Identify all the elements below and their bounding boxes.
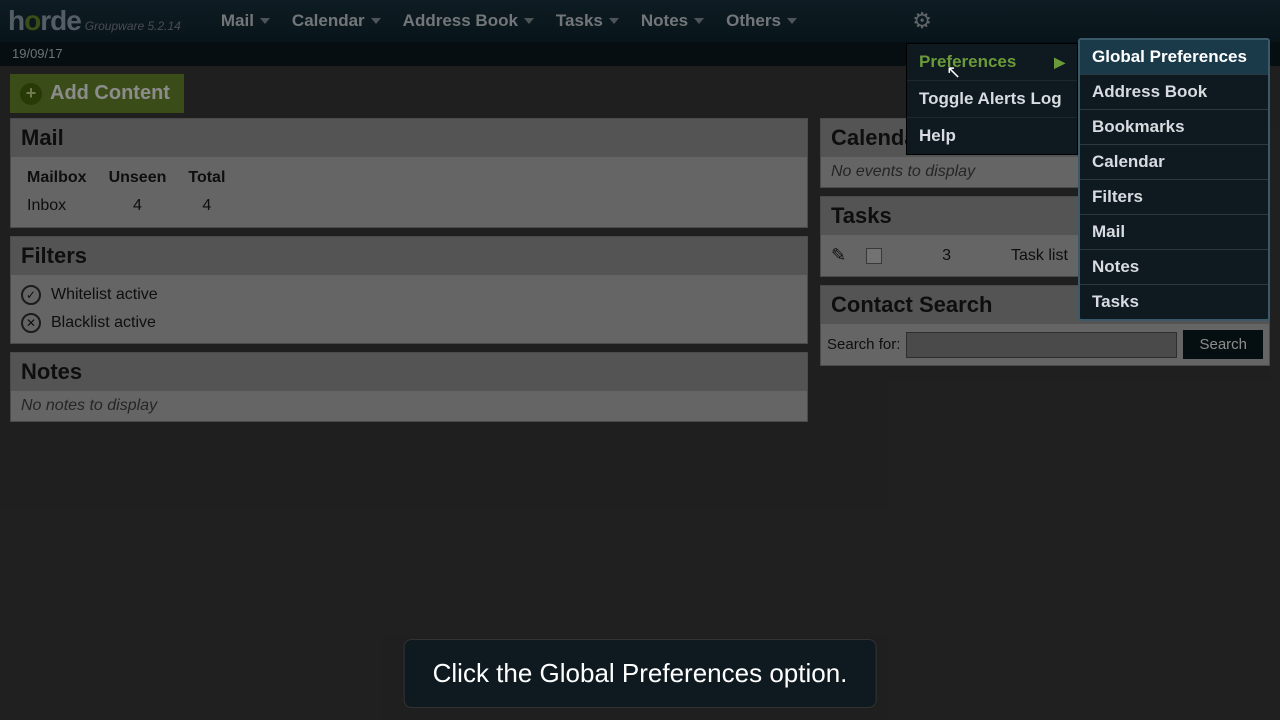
col-mailbox: Mailbox <box>23 165 103 191</box>
submenu-filters[interactable]: Filters <box>1080 179 1268 214</box>
caret-down-icon <box>260 18 270 24</box>
search-label: Search for: <box>827 336 900 353</box>
blacklist-label: Blacklist active <box>51 314 156 332</box>
brand-logo: horde <box>8 5 81 37</box>
submenu-notes[interactable]: Notes <box>1080 249 1268 284</box>
gear-dropdown: Preferences ▶ Toggle Alerts Log Help <box>906 43 1078 155</box>
menu-toggle-alerts[interactable]: Toggle Alerts Log <box>907 80 1077 117</box>
whitelist-row[interactable]: ✓ Whitelist active <box>21 281 797 309</box>
brand-version: Groupware 5.2.14 <box>85 19 181 33</box>
col-unseen: Unseen <box>105 165 183 191</box>
pencil-icon: ✎ <box>831 245 846 266</box>
caret-down-icon <box>787 18 797 24</box>
add-content-button[interactable]: + Add Content <box>10 74 184 113</box>
mail-table: Mailbox Unseen Total Inbox 4 4 <box>21 163 243 221</box>
task-count: 3 <box>942 247 951 265</box>
nav-tasks[interactable]: Tasks <box>556 11 619 31</box>
menu-help[interactable]: Help <box>907 117 1077 154</box>
submenu-bookmarks-label: Bookmarks <box>1092 117 1185 136</box>
blacklist-row[interactable]: ✕ Blacklist active <box>21 309 797 337</box>
caret-down-icon <box>524 18 534 24</box>
submenu-global-preferences[interactable]: Global Preferences <box>1080 40 1268 74</box>
menu-preferences[interactable]: Preferences ▶ <box>907 44 1077 80</box>
search-input[interactable] <box>906 332 1177 358</box>
nav-others-label: Others <box>726 11 781 31</box>
date-text: 19/09/17 <box>12 46 63 61</box>
mail-panel-title: Mail <box>11 119 807 157</box>
submenu-mail[interactable]: Mail <box>1080 214 1268 249</box>
mailbox-name: Inbox <box>23 193 103 219</box>
caret-down-icon <box>609 18 619 24</box>
chevron-right-icon: ▶ <box>1054 54 1065 71</box>
nav-addressbook-label: Address Book <box>403 11 518 31</box>
filters-panel-title: Filters <box>11 237 807 275</box>
nav-mail[interactable]: Mail <box>221 11 270 31</box>
nav-calendar[interactable]: Calendar <box>292 11 381 31</box>
submenu-calendar[interactable]: Calendar <box>1080 144 1268 179</box>
nav-addressbook[interactable]: Address Book <box>403 11 534 31</box>
whitelist-label: Whitelist active <box>51 286 158 304</box>
nav-mail-label: Mail <box>221 11 254 31</box>
nav-tasks-label: Tasks <box>556 11 603 31</box>
submenu-addressbook[interactable]: Address Book <box>1080 74 1268 109</box>
x-circle-icon: ✕ <box>21 313 41 333</box>
submenu-mail-label: Mail <box>1092 222 1125 241</box>
task-checkbox[interactable] <box>866 248 882 264</box>
mail-panel: Mail Mailbox Unseen Total Inbox 4 4 <box>10 118 808 228</box>
task-list-label: Task list <box>1011 247 1068 265</box>
check-circle-icon: ✓ <box>21 285 41 305</box>
notes-panel-title: Notes <box>11 353 807 391</box>
nav-menu: Mail Calendar Address Book Tasks Notes O… <box>221 11 797 31</box>
nav-notes[interactable]: Notes <box>641 11 704 31</box>
table-row[interactable]: Inbox 4 4 <box>23 193 241 219</box>
notes-empty: No notes to display <box>11 391 807 421</box>
gear-icon: ⚙ <box>912 8 932 33</box>
nav-notes-label: Notes <box>641 11 688 31</box>
plus-icon: + <box>20 83 42 105</box>
submenu-filters-label: Filters <box>1092 187 1143 206</box>
submenu-addressbook-label: Address Book <box>1092 82 1207 101</box>
nav-calendar-label: Calendar <box>292 11 365 31</box>
top-navbar: horde Groupware 5.2.14 Mail Calendar Add… <box>0 0 1280 42</box>
submenu-calendar-label: Calendar <box>1092 152 1165 171</box>
caret-down-icon <box>694 18 704 24</box>
notes-panel: Notes No notes to display <box>10 352 808 422</box>
menu-help-label: Help <box>919 126 956 146</box>
instruction-tooltip: Click the Global Preferences option. <box>404 639 877 708</box>
submenu-tasks[interactable]: Tasks <box>1080 284 1268 319</box>
search-button[interactable]: Search <box>1183 330 1263 359</box>
menu-toggle-label: Toggle Alerts Log <box>919 89 1062 109</box>
col-total: Total <box>184 165 241 191</box>
caret-down-icon <box>371 18 381 24</box>
filters-panel: Filters ✓ Whitelist active ✕ Blacklist a… <box>10 236 808 344</box>
preferences-submenu: Global Preferences Address Book Bookmark… <box>1078 38 1270 321</box>
total-count: 4 <box>184 193 241 219</box>
add-content-label: Add Content <box>50 82 170 105</box>
menu-preferences-label: Preferences <box>919 52 1016 72</box>
submenu-tasks-label: Tasks <box>1092 292 1139 311</box>
submenu-bookmarks[interactable]: Bookmarks <box>1080 109 1268 144</box>
submenu-notes-label: Notes <box>1092 257 1139 276</box>
gear-button[interactable]: ⚙ <box>912 8 932 34</box>
nav-others[interactable]: Others <box>726 11 797 31</box>
unseen-count: 4 <box>105 193 183 219</box>
submenu-global-label: Global Preferences <box>1092 47 1247 66</box>
